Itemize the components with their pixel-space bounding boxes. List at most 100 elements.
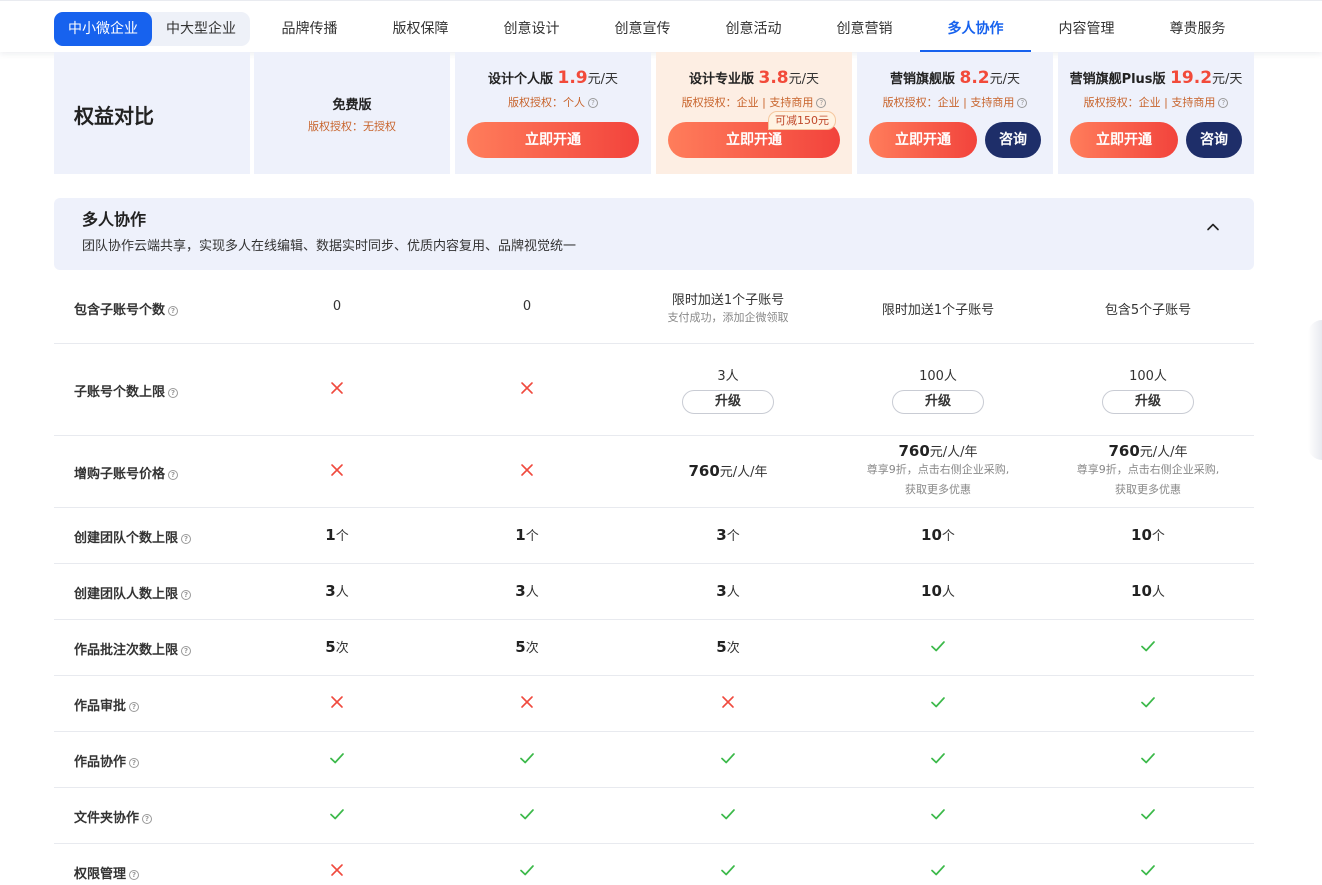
consult-button[interactable]: 咨询 [985, 122, 1041, 158]
cell-value: 100人 升级 [833, 365, 1043, 414]
cell-value [422, 380, 632, 396]
compare-title-cell: 权益对比 [54, 52, 250, 174]
tab-copyright[interactable]: 版权保障 [365, 1, 476, 53]
help-icon[interactable]: ? [142, 814, 153, 824]
cell-number: 3 [325, 582, 336, 600]
upgrade-button[interactable]: 升级 [682, 390, 774, 414]
tab-creative-design[interactable]: 创意设计 [476, 1, 587, 53]
plan-license-text: 版权授权：企业 | 支持商用 [1083, 96, 1216, 109]
check-icon [519, 750, 535, 766]
help-icon[interactable]: ? [1017, 98, 1028, 108]
cross-icon [519, 380, 535, 396]
check-icon [329, 750, 345, 766]
help-icon[interactable]: ? [168, 388, 179, 398]
enterprise-segment: 中小微企业 中大型企业 [54, 12, 250, 46]
help-icon[interactable]: ? [181, 534, 192, 544]
help-icon[interactable]: ? [181, 646, 192, 656]
help-icon[interactable]: ? [181, 590, 192, 600]
cell-text: 3人 [717, 369, 739, 384]
tab-creative-promo[interactable]: 创意宣传 [587, 1, 698, 53]
cross-icon [329, 862, 345, 878]
open-button[interactable]: 立即开通 [869, 122, 977, 158]
check-icon [930, 694, 946, 710]
cell-number: 5 [716, 638, 727, 656]
help-icon[interactable]: ? [816, 98, 827, 108]
help-icon[interactable]: ? [129, 870, 140, 880]
tab-brand[interactable]: 品牌传播 [254, 1, 365, 53]
upgrade-button[interactable]: 升级 [1102, 390, 1194, 414]
open-button[interactable]: 立即开通 [467, 122, 639, 158]
cell-note: 获取更多优惠 [905, 483, 971, 496]
cell-value: 1个 [232, 525, 442, 544]
segment-small-enterprise[interactable]: 中小微企业 [54, 12, 152, 46]
table-row: 子账号个数上限? 3人 升级 100人 升级 100人 升级 [54, 344, 1254, 436]
check-icon [720, 862, 736, 878]
row-label-text: 作品协作 [74, 755, 127, 770]
help-icon[interactable]: ? [129, 758, 140, 768]
plan-license: 版权授权：企业 | 支持商用? [857, 94, 1053, 110]
plan-license-text: 版权授权：企业 | 支持商用 [681, 96, 814, 109]
cell-unit: 个 [525, 529, 539, 544]
cell-value [1043, 806, 1253, 822]
plan-license-text: 版权授权：个人 [508, 96, 585, 109]
section-collaboration: 多人协作 团队协作云端共享，实现多人在线编辑、数据实时同步、优质内容复用、品牌视… [54, 198, 1254, 270]
cell-note: 支付成功，添加企微领取 [667, 311, 789, 324]
check-icon [1140, 862, 1156, 878]
plan-price: 19.2 [1170, 68, 1213, 88]
cell-number: 760 [688, 462, 720, 480]
check-icon [720, 806, 736, 822]
cell-number: 10 [1131, 526, 1152, 544]
plan-license: 版权授权：企业 | 支持商用? [1058, 94, 1254, 110]
cell-value: 760元/人/年 尊享9折，点击右侧企业采购, 获取更多优惠 [1043, 441, 1253, 500]
cell-value [1043, 862, 1253, 878]
compare-title: 权益对比 [74, 104, 154, 128]
tab-creative-marketing[interactable]: 创意营销 [809, 1, 920, 53]
cell-number: 10 [921, 526, 942, 544]
check-icon [1140, 806, 1156, 822]
tab-collaboration[interactable]: 多人协作 [920, 1, 1031, 53]
plan-unit: 元/天 [587, 72, 619, 87]
cell-unit: 个 [1151, 529, 1165, 544]
tab-creative-event[interactable]: 创意活动 [698, 1, 809, 53]
plan-unit: 元/天 [1212, 72, 1243, 87]
cell-value [232, 380, 442, 396]
cell-value [833, 638, 1043, 654]
plan-design-personal: 设计个人版 1.9元/天 版权授权：个人? 立即开通 [455, 52, 651, 174]
open-button[interactable]: 立即开通 [1070, 122, 1178, 158]
plan-title: 设计专业版 3.8元/天 [656, 68, 852, 88]
cell-value: 100人 升级 [1043, 365, 1253, 414]
chevron-up-icon[interactable] [1206, 220, 1220, 234]
cross-icon [519, 462, 535, 478]
segment-large-enterprise[interactable]: 中大型企业 [152, 12, 250, 46]
check-icon [930, 862, 946, 878]
cell-value [232, 862, 442, 878]
cell-value [833, 806, 1043, 822]
plan-unit: 元/天 [989, 72, 1021, 87]
table-row: 文件夹协作? [54, 788, 1254, 844]
consult-button[interactable]: 咨询 [1186, 122, 1242, 158]
tab-premium-service[interactable]: 尊贵服务 [1142, 1, 1253, 53]
help-icon[interactable]: ? [588, 98, 598, 108]
discount-badge: 可减150元 [768, 111, 836, 130]
cell-value [1043, 638, 1253, 654]
cell-number: 3 [716, 582, 727, 600]
tab-content-management[interactable]: 内容管理 [1031, 1, 1142, 53]
table-row: 作品批注次数上限? 5次 5次 5次 [54, 620, 1254, 676]
upgrade-button[interactable]: 升级 [892, 390, 984, 414]
check-icon [1140, 750, 1156, 766]
cell-value: 760元/人/年 尊享9折，点击右侧企业采购, 获取更多优惠 [833, 441, 1043, 500]
help-icon[interactable]: ? [168, 470, 179, 480]
cell-unit: 次 [335, 641, 349, 656]
plan-marketing-flagship-plus: 营销旗舰Plus版 19.2元/天 版权授权：企业 | 支持商用? 立即开通 咨… [1058, 52, 1254, 174]
cell-number: 760 [1108, 442, 1140, 460]
cell-note: 尊享9折，点击右侧企业采购, [866, 463, 1010, 476]
cell-value [232, 806, 442, 822]
cell-value: 0 [332, 299, 342, 314]
row-label-text: 权限管理 [74, 867, 127, 882]
help-icon[interactable]: ? [168, 306, 179, 316]
cell-number: 5 [515, 638, 526, 656]
help-icon[interactable]: ? [129, 702, 140, 712]
cell-unit: 人 [525, 585, 539, 600]
help-icon[interactable]: ? [1218, 98, 1229, 108]
plan-license: 版权授权：无授权 [308, 120, 396, 133]
